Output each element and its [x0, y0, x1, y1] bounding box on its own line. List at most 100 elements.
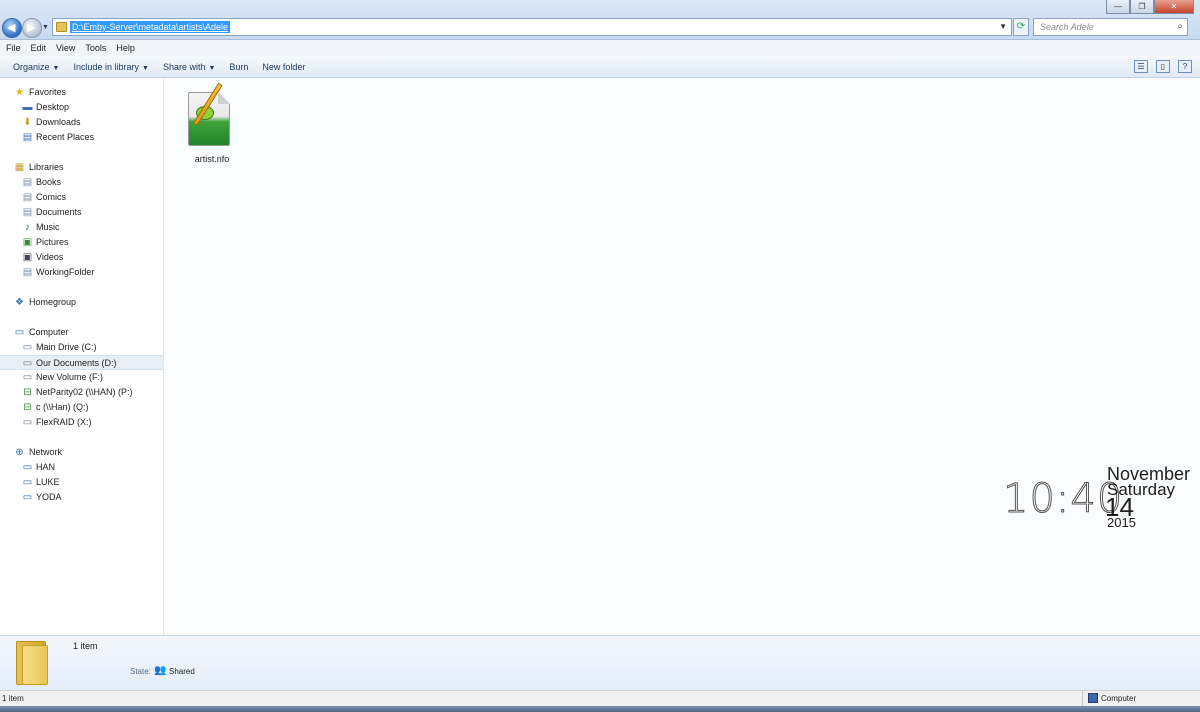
sidebar-label: LUKE: [36, 477, 60, 487]
sidebar-label: Comics: [36, 192, 67, 202]
view-controls: ☰ ▯ ?: [1134, 60, 1192, 73]
sidebar-label: Books: [36, 177, 62, 187]
state-label: State:: [130, 667, 151, 676]
file-name: artist.nfo: [194, 154, 230, 164]
help-icon[interactable]: ?: [1178, 60, 1192, 73]
sidebar-item-drive-d[interactable]: ▭ Our Documents (D:): [0, 355, 163, 370]
sidebar-computer[interactable]: ▭ Computer: [0, 325, 163, 340]
address-path[interactable]: D:\Emby-Server\metadata\artists\Adele: [70, 21, 231, 33]
back-arrow-icon: ◀: [7, 22, 16, 34]
sidebar-label: Documents: [36, 207, 82, 217]
sidebar-item-videos[interactable]: ▣ Videos: [0, 250, 163, 265]
sidebar-label: Desktop: [36, 102, 70, 112]
recent-places-icon: ▤: [22, 132, 33, 143]
change-view-icon[interactable]: ☰: [1134, 60, 1148, 73]
downloads-icon: ⬇: [23, 117, 32, 128]
organize-button[interactable]: Organize ▼: [6, 56, 66, 77]
include-in-library-button[interactable]: Include in library ▼: [66, 56, 155, 77]
clock-year: 2015: [1107, 515, 1136, 530]
sidebar-item-drive-p[interactable]: ⊟ NetParity02 (\\HAN) (P:): [0, 385, 163, 400]
network-drive-icon: ⊟: [23, 387, 32, 398]
sidebar-label: Music: [36, 222, 60, 232]
library-folder-icon: ▤: [22, 192, 33, 203]
sidebar-label: Favorites: [29, 87, 67, 97]
documents-icon: ▤: [22, 207, 33, 218]
computer-icon: [1088, 693, 1098, 703]
sidebar-label: HAN: [36, 462, 56, 472]
minimize-button[interactable]: —: [1106, 0, 1130, 14]
menu-view[interactable]: View: [56, 40, 75, 56]
sidebar-item-documents[interactable]: ▤ Documents: [0, 205, 163, 220]
computer-icon: ▭: [22, 492, 33, 503]
navigation-pane: ★ Favorites ▬ Desktop ⬇ Downloads ▤ Recent P…: [0, 79, 164, 635]
sidebar-label: Our Documents (D:): [36, 358, 117, 368]
homegroup-icon: ❖: [15, 297, 24, 308]
sidebar-favorites[interactable]: ★ Favorites: [0, 85, 163, 100]
sidebar-item-drive-x[interactable]: ▭ FlexRAID (X:): [0, 415, 163, 430]
pictures-icon: ▣: [22, 237, 33, 248]
menu-help[interactable]: Help: [116, 40, 135, 56]
sidebar-item-han[interactable]: ▭ HAN: [0, 460, 163, 475]
sidebar-label: Recent Places: [36, 132, 95, 142]
chevron-down-icon: ▼: [208, 65, 216, 72]
sidebar-network[interactable]: ⊕ Network: [0, 445, 163, 460]
sidebar-item-books[interactable]: ▤ Books: [0, 175, 163, 190]
menu-file[interactable]: File: [6, 40, 21, 56]
new-folder-button[interactable]: New folder: [255, 56, 312, 77]
menu-bar: File Edit View Tools Help: [0, 40, 1200, 56]
sidebar-label: Network: [29, 447, 63, 457]
address-dropdown-icon[interactable]: ▼: [999, 22, 1007, 31]
state-value: Shared: [169, 667, 195, 676]
sidebar-item-music[interactable]: ♪ Music: [0, 220, 163, 235]
sidebar-item-drive-c[interactable]: ▭ Main Drive (C:): [0, 340, 163, 355]
library-folder-icon: ▤: [22, 177, 33, 188]
drive-icon: ▭: [22, 417, 33, 428]
sidebar-item-pictures[interactable]: ▣ Pictures: [0, 235, 163, 250]
share-with-button[interactable]: Share with ▼: [156, 56, 222, 77]
recent-pages-chevron-icon[interactable]: ▼: [42, 24, 49, 31]
search-box[interactable]: Search Adele ⌕: [1033, 18, 1188, 36]
sidebar-label: New Volume (F:): [36, 372, 104, 382]
sidebar-item-workingfolder[interactable]: ▤ WorkingFolder: [0, 265, 163, 280]
sidebar-item-yoda[interactable]: ▭ YODA: [0, 490, 163, 505]
burn-button[interactable]: Burn: [222, 56, 255, 77]
sidebar-item-drive-q[interactable]: ⊟ c (\\Han) (Q:): [0, 400, 163, 415]
window-controls: — ❐ ✕: [1106, 0, 1194, 14]
drive-icon: ▭: [22, 372, 33, 383]
sidebar-libraries[interactable]: ▦ Libraries: [0, 160, 163, 175]
command-bar: Organize ▼ Include in library ▼ Share with…: [0, 56, 1200, 78]
sidebar-label: YODA: [36, 492, 62, 502]
sidebar-item-drive-f[interactable]: ▭ New Volume (F:): [0, 370, 163, 385]
computer-icon: ▭: [14, 327, 25, 338]
address-bar[interactable]: D:\Emby-Server\metadata\artists\Adele ▼: [52, 18, 1012, 36]
status-separator: [1082, 691, 1083, 707]
menu-tools[interactable]: Tools: [85, 40, 106, 56]
sidebar-item-recent-places[interactable]: ▤ Recent Places: [0, 130, 163, 145]
close-button[interactable]: ✕: [1154, 0, 1194, 14]
libraries-icon: ▦: [14, 162, 25, 173]
sidebar-item-desktop[interactable]: ▬ Desktop: [0, 100, 163, 115]
library-folder-icon: ▤: [22, 267, 33, 278]
search-icon[interactable]: ⌕: [1177, 21, 1183, 32]
maximize-button[interactable]: ❐: [1130, 0, 1154, 14]
file-item[interactable]: artist.nfo: [179, 82, 245, 164]
details-pane: 1 item State: 👥 Shared: [0, 635, 1200, 690]
menu-edit[interactable]: Edit: [31, 40, 47, 56]
music-icon: ♪: [25, 222, 30, 233]
sidebar-item-luke[interactable]: ▭ LUKE: [0, 475, 163, 490]
back-button[interactable]: ◀: [2, 18, 22, 38]
search-placeholder[interactable]: Search Adele: [1040, 22, 1094, 32]
sidebar-label: Downloads: [36, 117, 81, 127]
preview-pane-icon[interactable]: ▯: [1156, 60, 1170, 73]
sidebar-item-comics[interactable]: ▤ Comics: [0, 190, 163, 205]
status-bar: 1 item Computer: [0, 690, 1200, 707]
sidebar-label: Videos: [36, 252, 64, 262]
share-label: Share with: [162, 62, 206, 72]
sidebar-item-downloads[interactable]: ⬇ Downloads: [0, 115, 163, 130]
refresh-button[interactable]: ⟳: [1013, 18, 1029, 36]
folder-front: [22, 645, 48, 685]
forward-button[interactable]: ▶: [22, 18, 42, 38]
sidebar-homegroup[interactable]: ❖ Homegroup: [0, 295, 163, 310]
page-fold: [218, 92, 230, 104]
organize-label: Organize: [13, 62, 50, 72]
